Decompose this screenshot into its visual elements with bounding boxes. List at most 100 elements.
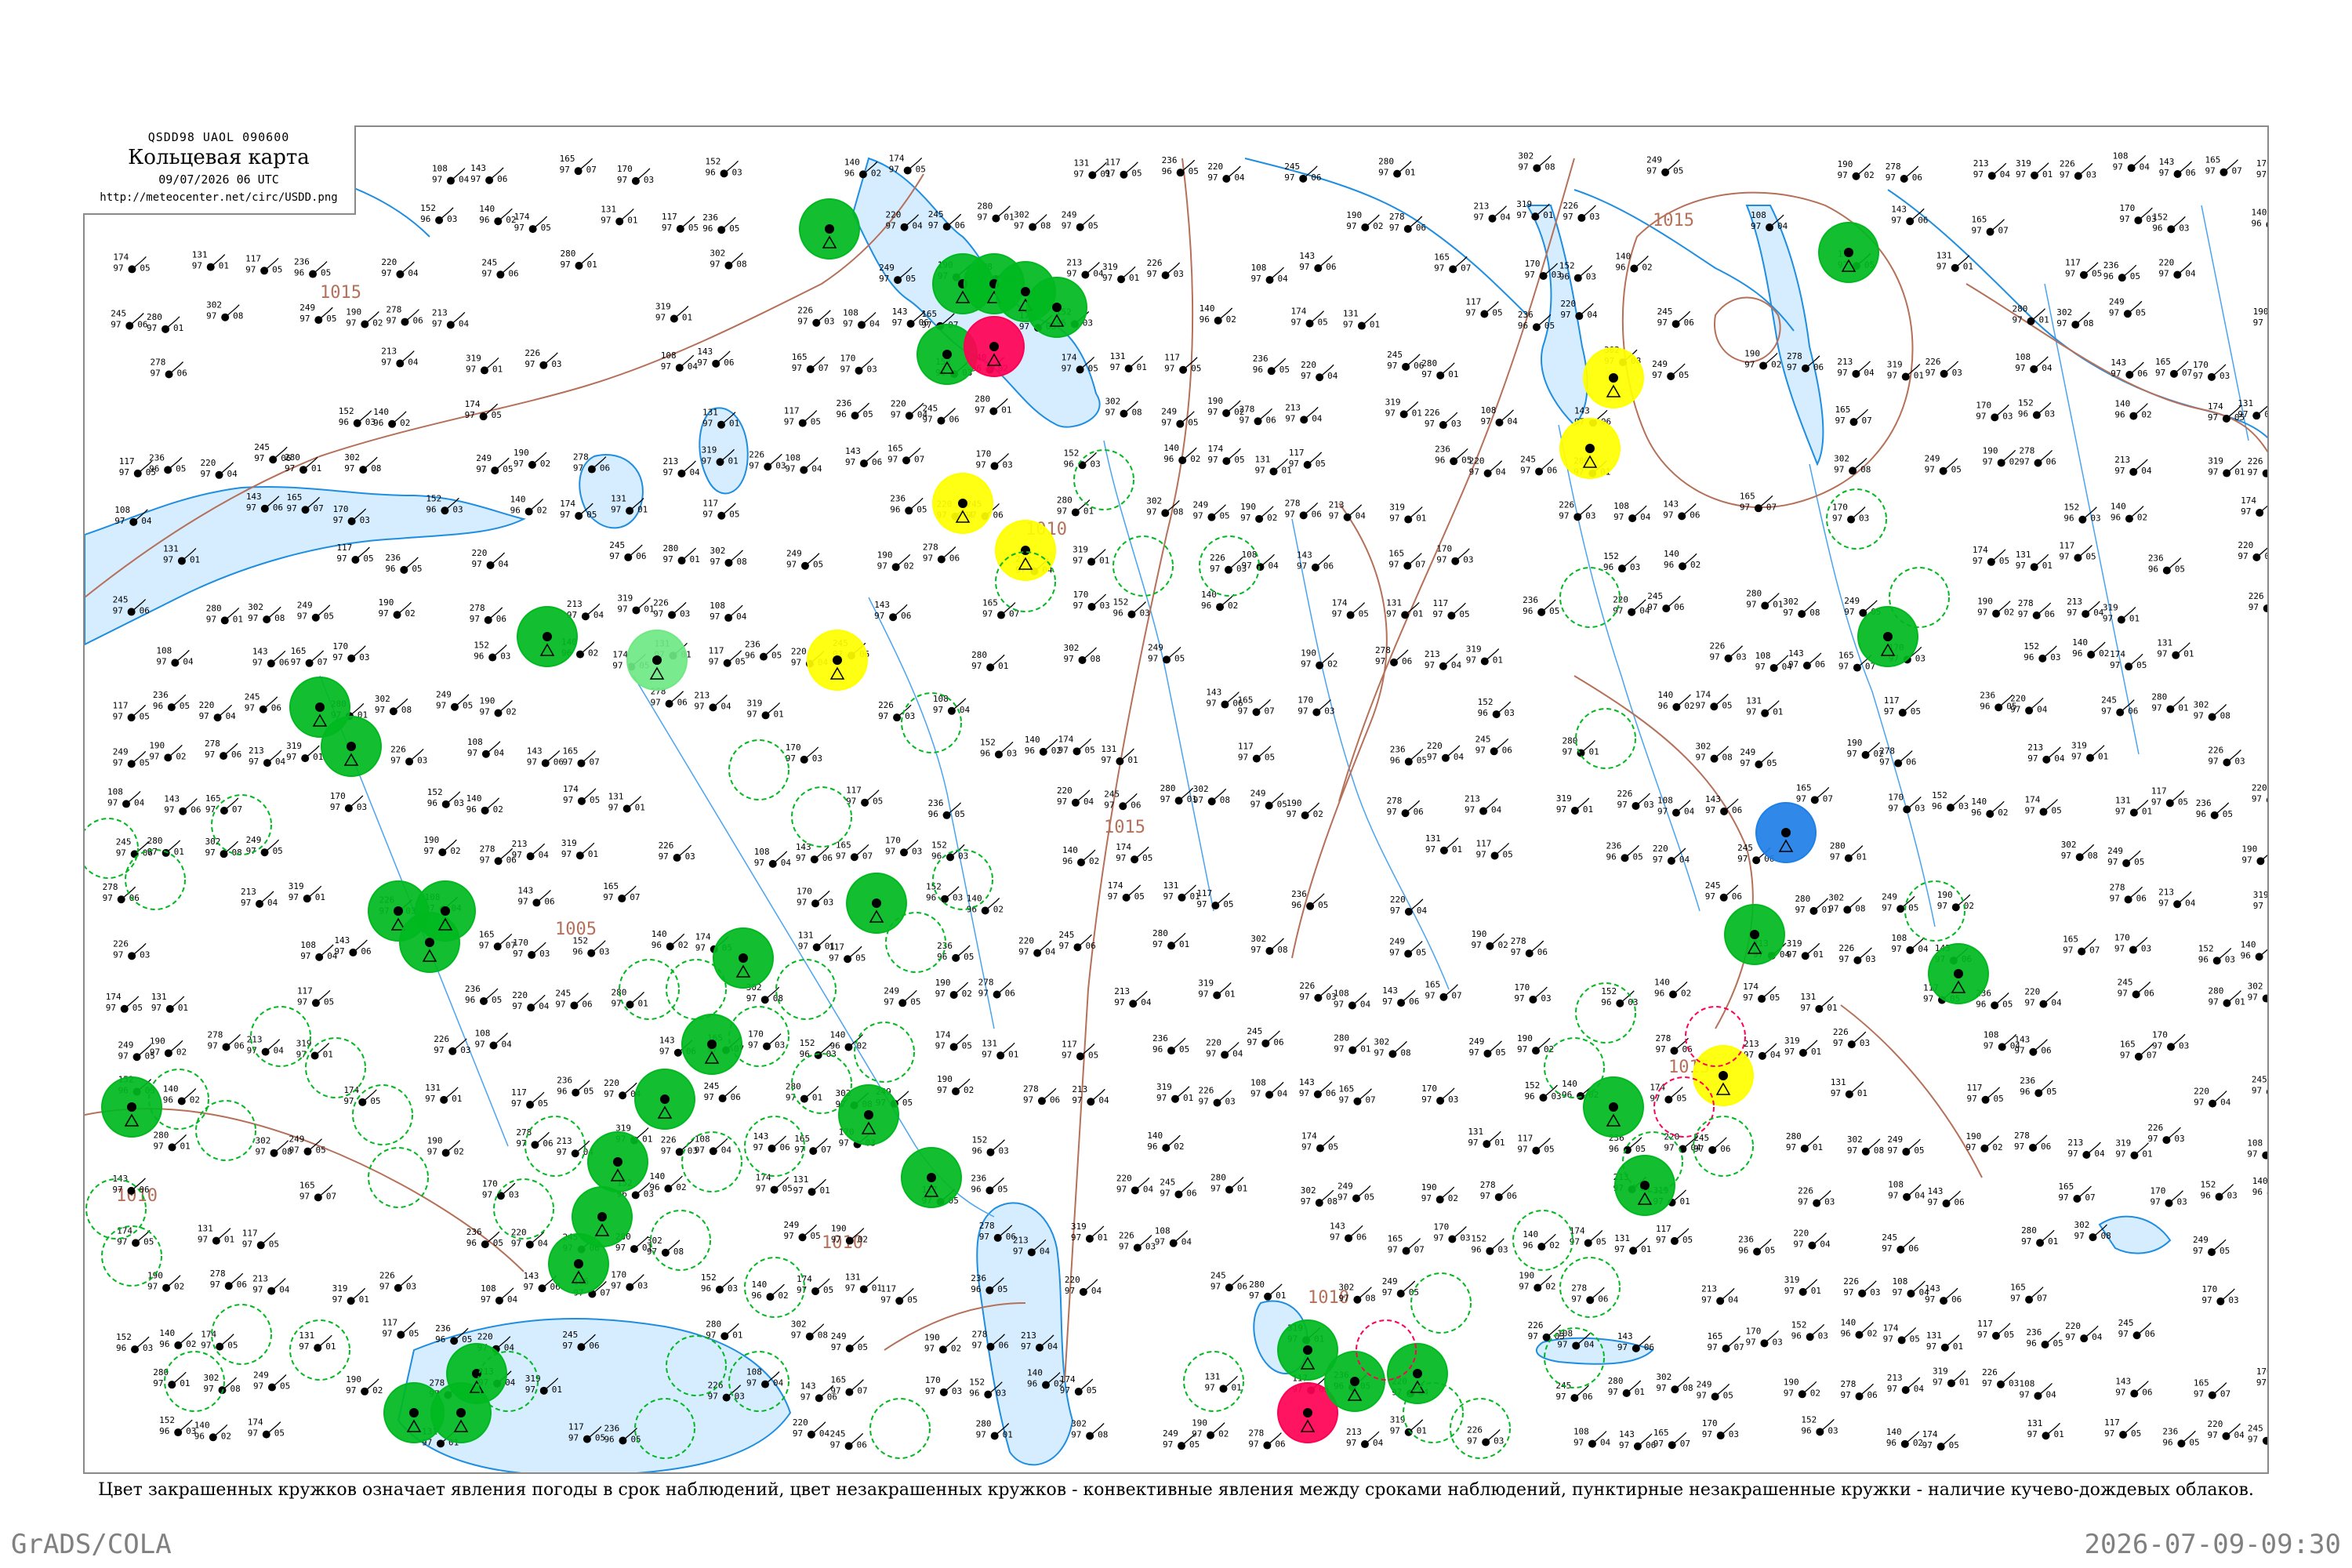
station-plot: 1529603 — [1791, 1319, 1828, 1341]
station-plot: 1659707 — [1388, 1234, 1425, 1255]
station-plot: 2499705 — [1887, 1134, 1925, 1156]
station-value: 01 — [1493, 655, 1503, 666]
weather-circle — [681, 1014, 742, 1075]
station-plot: 1659707 — [1796, 782, 1833, 804]
station-plot: 2209704 — [1207, 162, 1245, 183]
station-plot: 3029708 — [1014, 210, 1051, 231]
station-plot: 1749705 — [1695, 689, 1733, 711]
station-plot: 2789706 — [1023, 1083, 1060, 1105]
station-plot: 1089704 — [107, 786, 145, 808]
station-plot: 2789706 — [923, 542, 960, 564]
station-value: 03 — [824, 317, 834, 327]
station-value: 04 — [1640, 512, 1651, 522]
station-plot: 1089704 — [2113, 151, 2150, 172]
station-value: 97 — [925, 1386, 935, 1396]
station-value: 131 — [1746, 696, 1762, 706]
station-value: 05 — [1673, 166, 1683, 176]
station-value: 06 — [1326, 1088, 1336, 1098]
station-plot: 1709703 — [2152, 1029, 2189, 1051]
station-value: 04 — [2094, 1149, 2105, 1159]
station-value: 131 — [299, 1330, 314, 1341]
station-value: 97 — [1206, 1048, 1216, 1058]
station-value: 04 — [408, 268, 419, 278]
station-value: 97 — [1250, 945, 1261, 955]
station-value: 96 — [1601, 997, 1611, 1007]
station-plot: 1089704 — [1892, 1276, 1929, 1298]
station-plot: 2269703 — [1798, 1186, 1835, 1207]
station-value: 06 — [872, 457, 882, 467]
station-value: 280 — [1334, 1033, 1349, 1044]
station-value: 245 — [1475, 734, 1491, 744]
station-value: 97 — [427, 1147, 437, 1157]
station-value: 220 — [793, 1417, 808, 1428]
station-plot: 1179705 — [829, 942, 866, 964]
station-value: 02 — [405, 608, 416, 619]
station-plot: 2459706 — [1284, 162, 1321, 183]
station-value: 96 — [1064, 459, 1074, 469]
station-value: 97 — [1251, 274, 1261, 284]
station-value: 97 — [786, 560, 797, 570]
station-value: 97 — [2194, 711, 2204, 721]
station-value: 97 — [1696, 753, 1706, 763]
station-value: 152 — [1601, 986, 1617, 996]
station-plot: 1439706 — [874, 600, 911, 622]
weather-circle — [1575, 708, 1636, 769]
station-value: 05 — [1085, 745, 1095, 755]
station-value: 96 — [1971, 808, 1981, 818]
station-value: 245 — [1647, 591, 1663, 601]
station-value: 97 — [935, 989, 946, 999]
station-value: 96 — [1112, 608, 1123, 619]
station-value: 02 — [2099, 648, 2109, 659]
station-value: 97 — [661, 361, 671, 372]
station-value: 97 — [2157, 649, 2167, 659]
station-plot: 1909702 — [937, 1074, 974, 1096]
station-value: 278 — [429, 1377, 445, 1388]
station-value: 05 — [1088, 363, 1098, 373]
station-value: 117 — [242, 1228, 258, 1238]
station-value: 220 — [1664, 1132, 1679, 1142]
convective-ring — [901, 692, 962, 753]
station-plot: 2209704 — [2024, 987, 2062, 1008]
station-value: 06 — [2136, 893, 2147, 903]
station-value: 117 — [1289, 448, 1305, 458]
station-plot: 3199701 — [1784, 1275, 1821, 1296]
station-value: 96 — [2252, 1187, 2263, 1197]
convective-ring — [1073, 449, 1134, 510]
station-value: 03 — [2141, 944, 2151, 954]
station-value: 190 — [924, 1332, 940, 1342]
station-value: 97 — [661, 1145, 671, 1156]
station-value: 143 — [1299, 1077, 1315, 1087]
station-value: 302 — [2194, 700, 2209, 710]
station-value: 302 — [1696, 742, 1711, 752]
convective-ring — [352, 1084, 413, 1145]
station-value: 04 — [2264, 551, 2269, 561]
station-value: 06 — [234, 1040, 245, 1051]
station-value: 97 — [1146, 506, 1156, 517]
station-value: 97 — [147, 323, 157, 333]
station-value: 97 — [1879, 757, 1889, 768]
station-plot: 2499705 — [1192, 500, 1230, 521]
station-value: 97 — [2248, 467, 2258, 477]
station-value: 04 — [1454, 752, 1465, 762]
station-value: 97 — [241, 898, 251, 908]
station-value: 117 — [1105, 158, 1120, 168]
station-value: 05 — [1914, 1145, 1924, 1156]
station-plot: 1089704 — [1891, 933, 1929, 954]
station-plot: 2209704 — [2207, 1419, 2245, 1440]
station-plot: 1749705 — [248, 1417, 285, 1439]
station-value: 97 — [1755, 662, 1766, 672]
station-plot: 1319701 — [793, 1174, 830, 1196]
station-value: 06 — [1356, 1232, 1367, 1242]
weather-circle — [1614, 1155, 1675, 1216]
station-plot: 2209704 — [1116, 1173, 1153, 1195]
station-value: 170 — [2114, 933, 2130, 943]
convective-ring — [869, 1398, 931, 1459]
station-value: 97 — [1795, 905, 1805, 915]
station-value: 190 — [1937, 890, 1953, 900]
station-value: 97 — [1928, 1197, 1938, 1207]
station-value: 97 — [113, 263, 123, 273]
station-value: 319 — [655, 302, 671, 312]
station-value: 08 — [736, 557, 746, 567]
station-value: 03 — [1630, 562, 1640, 572]
weather-circle — [1410, 1272, 1472, 1334]
